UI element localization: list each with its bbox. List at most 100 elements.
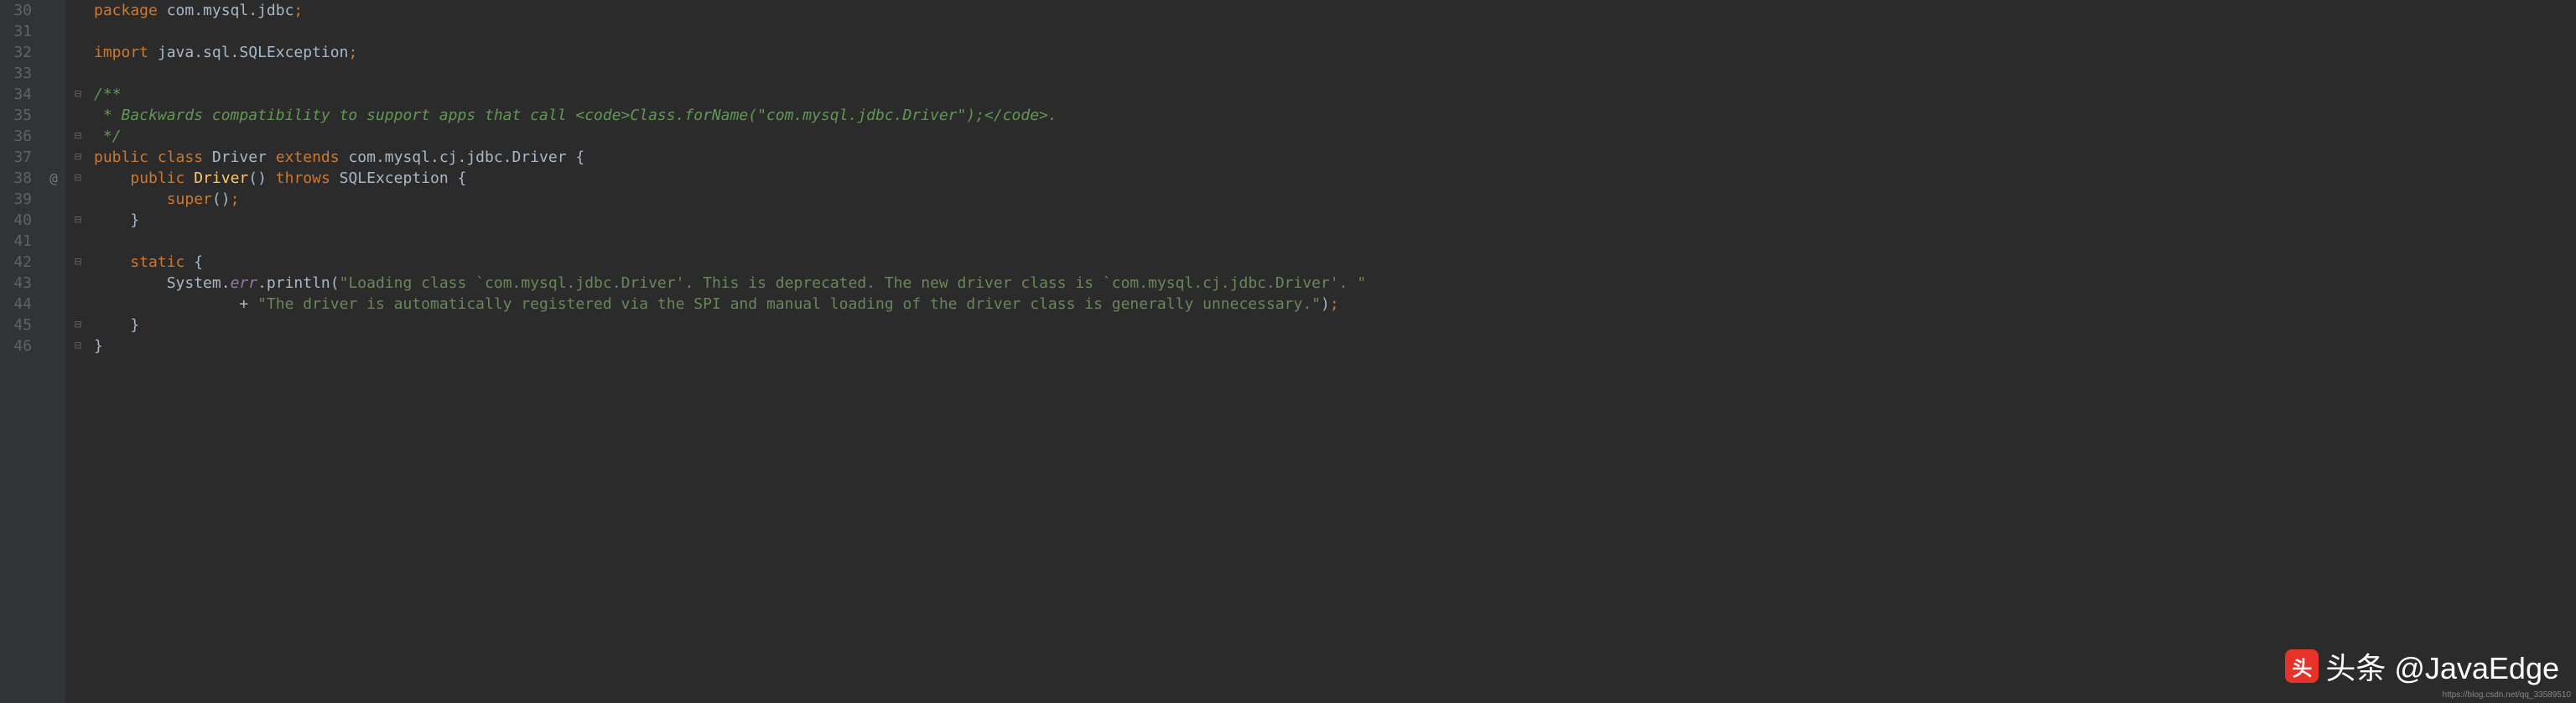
code-token: public class <box>94 148 212 166</box>
gutter-annotation <box>42 147 65 168</box>
code-token: { <box>458 169 467 187</box>
code-token: ; <box>1330 295 1339 313</box>
code-token: .println( <box>257 274 340 292</box>
code-token: "The driver is automatically registered … <box>257 295 1321 313</box>
code-line[interactable]: super(); <box>94 189 2576 210</box>
code-line[interactable]: * Backwards compatibility to support app… <box>94 105 2576 126</box>
gutter-annotation <box>42 21 65 42</box>
code-token: SQLException <box>340 169 458 187</box>
code-token: </code> <box>984 107 1048 124</box>
code-token: ) <box>1321 295 1330 313</box>
fold-marker-icon[interactable]: ⊟ <box>65 126 91 147</box>
code-line[interactable] <box>94 231 2576 252</box>
line-number[interactable]: 42 <box>0 252 32 273</box>
code-token: */ <box>94 128 122 145</box>
fold-marker-icon[interactable]: ⊟ <box>65 210 91 231</box>
code-line[interactable]: /** <box>94 84 2576 105</box>
code-token: Driver <box>194 169 248 187</box>
code-token: System. <box>94 274 231 292</box>
code-token: } <box>94 337 103 355</box>
gutter-annotation <box>42 63 65 84</box>
code-token <box>94 190 167 208</box>
code-token <box>94 169 130 187</box>
code-token: <code> <box>575 107 630 124</box>
gutter-annotation <box>42 126 65 147</box>
line-number[interactable]: 39 <box>0 189 32 210</box>
code-token: Driver <box>212 148 276 166</box>
code-line[interactable]: } <box>94 315 2576 336</box>
line-number[interactable]: 40 <box>0 210 32 231</box>
fold-marker-icon[interactable]: ⊟ <box>65 252 91 273</box>
line-number[interactable]: 38 <box>0 168 32 189</box>
fold-marker-icon[interactable]: ⊟ <box>65 315 91 336</box>
gutter-annotation <box>42 336 65 357</box>
fold-marker-icon <box>65 0 91 21</box>
line-number-gutter: 3031323334353637383940414243444546 <box>0 0 42 703</box>
code-line[interactable]: } <box>94 336 2576 357</box>
line-number[interactable]: 46 <box>0 336 32 357</box>
code-line[interactable] <box>94 21 2576 42</box>
gutter-annotation <box>42 294 65 315</box>
fold-marker-icon <box>65 42 91 63</box>
code-token: () <box>212 190 231 208</box>
code-token: super <box>167 190 212 208</box>
gutter-annotation <box>42 210 65 231</box>
code-token: /** <box>94 86 122 103</box>
code-line[interactable]: } <box>94 210 2576 231</box>
code-token: extends <box>276 148 349 166</box>
source-url: https://blog.csdn.net/qq_33589510 <box>2443 690 2571 700</box>
code-area[interactable]: package com.mysql.jdbc;import java.sql.S… <box>91 0 2576 703</box>
code-token: java.sql.SQLException <box>158 44 349 61</box>
code-line[interactable]: */ <box>94 126 2576 147</box>
fold-marker-icon[interactable]: ⊟ <box>65 147 91 168</box>
gutter-annotation <box>42 273 65 294</box>
gutter-annotation <box>42 42 65 63</box>
code-token: package <box>94 2 167 19</box>
line-number[interactable]: 35 <box>0 105 32 126</box>
code-editor: 3031323334353637383940414243444546 @ ⊟⊟⊟… <box>0 0 2576 703</box>
fold-marker-icon <box>65 189 91 210</box>
code-line[interactable]: static { <box>94 252 2576 273</box>
code-token: . <box>1048 107 1057 124</box>
code-line[interactable]: public class Driver extends com.mysql.cj… <box>94 147 2576 168</box>
code-token <box>94 316 130 334</box>
code-line[interactable]: + "The driver is automatically registere… <box>94 294 2576 315</box>
code-token: ; <box>348 44 357 61</box>
fold-marker-icon <box>65 273 91 294</box>
code-token: { <box>194 253 203 271</box>
line-number[interactable]: 44 <box>0 294 32 315</box>
fold-marker-icon <box>65 105 91 126</box>
line-number[interactable]: 43 <box>0 273 32 294</box>
code-line[interactable]: public Driver() throws SQLException { <box>94 168 2576 189</box>
code-token: static <box>130 253 194 271</box>
line-number[interactable]: 36 <box>0 126 32 147</box>
code-token: "Loading class `com.mysql.jdbc.Driver'. … <box>340 274 1367 292</box>
line-number[interactable]: 32 <box>0 42 32 63</box>
code-line[interactable]: import java.sql.SQLException; <box>94 42 2576 63</box>
code-token: com.mysql.jdbc <box>167 2 294 19</box>
fold-marker-icon[interactable]: ⊟ <box>65 84 91 105</box>
line-number[interactable]: 37 <box>0 147 32 168</box>
code-token: } <box>130 316 139 334</box>
code-token: public <box>130 169 194 187</box>
code-line[interactable] <box>94 63 2576 84</box>
line-number[interactable]: 30 <box>0 0 32 21</box>
line-number[interactable]: 45 <box>0 315 32 336</box>
gutter-annotation <box>42 105 65 126</box>
code-token: import <box>94 44 158 61</box>
fold-marker-icon[interactable]: ⊟ <box>65 336 91 357</box>
line-number[interactable]: 31 <box>0 21 32 42</box>
fold-gutter: ⊟⊟⊟⊟⊟⊟⊟⊟ <box>65 0 91 703</box>
fold-marker-icon[interactable]: ⊟ <box>65 168 91 189</box>
fold-marker-icon <box>65 231 91 252</box>
code-token: () <box>248 169 276 187</box>
line-number[interactable]: 33 <box>0 63 32 84</box>
code-token: throws <box>276 169 340 187</box>
code-line[interactable]: package com.mysql.jdbc; <box>94 0 2576 21</box>
gutter-annotation <box>42 189 65 210</box>
gutter-annotation <box>42 231 65 252</box>
gutter-annotation <box>42 252 65 273</box>
line-number[interactable]: 41 <box>0 231 32 252</box>
code-line[interactable]: System.err.println("Loading class `com.m… <box>94 273 2576 294</box>
line-number[interactable]: 34 <box>0 84 32 105</box>
